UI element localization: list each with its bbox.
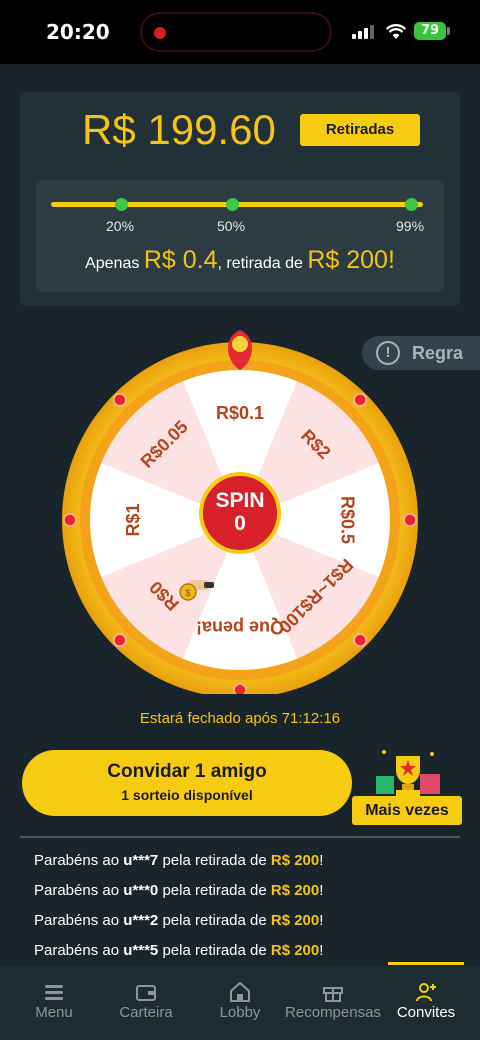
nav-label: Convites [396, 1004, 456, 1021]
wheel-segment-label: R$0.1 [216, 403, 264, 423]
message-middle: , retirada de [217, 255, 303, 272]
winners-list: Parabéns ao u***7 pela retirada de R$ 20… [34, 850, 464, 970]
wheel-segment-label: R$0.5 [337, 496, 357, 544]
status-bar: 20:20 79 [0, 0, 480, 64]
wheel-segment-label: Que pena! [196, 617, 284, 637]
balance-card: R$ 199.60 Retiradas 20% 50% 99% Apenas R… [20, 92, 460, 306]
invite-subtitle: 1 sorteio disponível [121, 787, 253, 803]
wheel-bulb [353, 393, 367, 407]
message-prefix: Apenas [85, 255, 140, 272]
bottom-nav: Menu Carteira Lobby Recompensas Convites [0, 966, 480, 1040]
nav-menu[interactable]: Menu [14, 966, 94, 1040]
message-amount: R$ 0.4 [143, 246, 218, 274]
closing-countdown: Estará fechado após 71:12:16 [139, 710, 341, 727]
withdraw-progress: 20% 50% 99% Apenas R$ 0.4, retirada de R… [36, 180, 444, 292]
balance-amount: R$ 199.60 [82, 106, 276, 153]
progress-marker-label: 20% [106, 218, 135, 234]
message-target: R$ 200! [307, 246, 395, 274]
nav-rewards[interactable]: Recompensas [280, 966, 386, 1040]
nav-invites[interactable]: Convites [388, 966, 464, 1040]
home-icon [230, 981, 250, 1002]
nav-wallet[interactable]: Carteira [106, 966, 186, 1040]
nav-label: Menu [35, 1004, 73, 1021]
gift-icon [323, 987, 343, 1002]
nav-label: Recompensas [285, 1004, 381, 1021]
wheel-bulb [403, 513, 417, 527]
list-item: Parabéns ao u***2 pela retirada de R$ 20… [34, 912, 324, 929]
more-times-button[interactable]: Mais vezes [352, 796, 462, 825]
list-item: Parabéns ao u***7 pela retirada de R$ 20… [34, 852, 324, 869]
battery-icon: 79 [414, 22, 446, 40]
progress-marker-dot [115, 198, 128, 211]
prize-wheel[interactable]: R$0.1 R$2 R$0.5 R$1~R$100 Que pena! R$0 R$1 R$0… [58, 322, 422, 694]
wheel-bulb [233, 683, 247, 694]
progress-marker-label: 99% [396, 218, 425, 234]
progress-marker-dot [226, 198, 239, 211]
progress-marker-dot [405, 198, 418, 211]
progress-track [51, 198, 423, 211]
progress-message: Apenas R$ 0.4, retirada de R$ 200! [36, 246, 444, 275]
wallet-icon [136, 985, 156, 1001]
divider [20, 836, 460, 838]
wifi-icon [386, 24, 406, 39]
battery-level: 79 [420, 23, 440, 38]
wheel-pointer-knob [232, 336, 248, 352]
invite-friend-button[interactable]: Convidar 1 amigo 1 sorteio disponível [22, 750, 352, 816]
invite-title: Convidar 1 amigo [107, 761, 267, 782]
nav-active-indicator [388, 962, 464, 965]
spin-label: SPIN [215, 489, 265, 512]
cellular-signal-icon [352, 25, 374, 39]
list-item: Parabéns ao u***0 pela retirada de R$ 20… [34, 882, 324, 899]
spin-button[interactable]: SPIN 0 [199, 472, 281, 554]
nav-lobby[interactable]: Lobby [200, 966, 280, 1040]
progress-marker-label: 50% [217, 218, 246, 234]
battery-tip [447, 27, 450, 35]
wheel-bulb [113, 633, 127, 647]
nav-label: Carteira [119, 1004, 173, 1021]
trophy-gift-icon [376, 750, 440, 798]
withdraw-button[interactable]: Retiradas [300, 114, 420, 146]
nav-label: Lobby [219, 1004, 261, 1021]
wheel-bulb [63, 513, 77, 527]
recording-dot-icon [154, 27, 166, 39]
status-time: 20:20 [46, 20, 110, 44]
wheel-bulb [113, 393, 127, 407]
add-user-icon [416, 983, 436, 1002]
spin-count: 0 [234, 512, 246, 535]
wheel-segment-label: R$1 [123, 503, 143, 536]
svg-text:$: $ [185, 588, 190, 598]
menu-icon [45, 985, 63, 1000]
wheel-bulb [353, 633, 367, 647]
dynamic-island [140, 12, 332, 52]
